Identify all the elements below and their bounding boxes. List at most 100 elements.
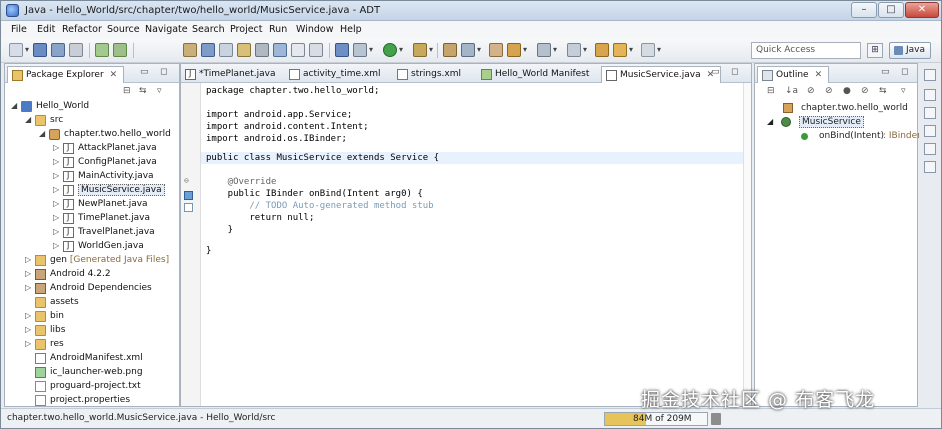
maximize-view-icon[interactable]: ◻	[731, 67, 738, 77]
quick-access-input[interactable]: Quick Access	[751, 42, 861, 59]
close-button[interactable]: ✕	[905, 2, 939, 18]
menu-file[interactable]: File	[11, 24, 27, 35]
previous-annotation-icon[interactable]	[567, 43, 587, 57]
package-explorer-toolbar: ⊟ ⇆ ▿	[5, 83, 179, 101]
menu-edit[interactable]: Edit	[37, 24, 55, 35]
tab-manifest[interactable]: Hello_World Manifest	[477, 66, 595, 83]
package-explorer-tabbar: Package Explorer ✕ ▭ ◻	[5, 64, 179, 83]
garbage-collect-icon[interactable]	[711, 413, 721, 425]
search-icon[interactable]	[255, 43, 269, 57]
debug-icon[interactable]	[353, 43, 373, 57]
toggle-mark-icon[interactable]	[489, 43, 503, 57]
tab-package-explorer[interactable]: Package Explorer ✕	[7, 66, 125, 83]
title-bar: Java - Hello_World/src/chapter/two/hello…	[1, 1, 941, 21]
text-file-icon	[35, 395, 46, 406]
back-arrow-icon[interactable]	[613, 43, 633, 57]
link-with-editor-icon[interactable]: ⇆	[139, 86, 147, 96]
tab-outline[interactable]: Outline ✕	[757, 66, 830, 83]
hide-local-types-icon[interactable]: ⊘	[861, 86, 869, 96]
close-icon[interactable]: ✕	[110, 70, 118, 80]
menu-project[interactable]: Project	[230, 24, 263, 35]
library-icon	[35, 269, 46, 280]
save-all-icon[interactable]	[51, 43, 65, 57]
new-class-icon[interactable]	[219, 43, 233, 57]
grid-icon[interactable]	[309, 43, 323, 57]
android-avd-manager-icon[interactable]	[113, 43, 127, 57]
text-file-icon	[35, 381, 46, 392]
java-perspective-button[interactable]: Java	[889, 42, 931, 59]
adt-app-icon	[6, 4, 19, 17]
minimize-view-icon[interactable]: ▭	[711, 67, 720, 77]
menu-navigate[interactable]: Navigate	[145, 24, 188, 35]
java-file-icon	[63, 171, 74, 182]
menu-source[interactable]: Source	[107, 24, 140, 35]
print-icon[interactable]	[69, 43, 83, 57]
minimize-view-icon[interactable]: ▭	[140, 67, 149, 77]
declaration-view-icon[interactable]	[924, 125, 936, 137]
java-file-icon	[63, 241, 74, 252]
view-menu-icon[interactable]: ▿	[157, 86, 162, 96]
package-explorer-view: Package Explorer ✕ ▭ ◻ ⊟ ⇆ ▿ ◢ Hello_World…	[4, 63, 180, 407]
close-icon[interactable]: ✕	[815, 70, 823, 80]
minimize-view-icon[interactable]: ▭	[881, 67, 890, 77]
code-editor[interactable]: ⊖ package chapter.two.hello_world; impor…	[181, 83, 751, 406]
checkbox-icon[interactable]	[291, 43, 305, 57]
external-tools-icon[interactable]	[413, 43, 433, 57]
hide-nonpublic-icon[interactable]: ●	[843, 86, 851, 96]
menu-search[interactable]: Search	[192, 24, 225, 35]
last-edit-location-icon[interactable]	[595, 43, 609, 57]
tab-musicservice[interactable]: MusicService.java ✕	[601, 66, 722, 83]
view-menu-icon[interactable]: ▿	[901, 86, 906, 96]
hide-static-icon[interactable]: ⊘	[825, 86, 833, 96]
layout-icon[interactable]	[273, 43, 287, 57]
minimize-button[interactable]: –	[851, 2, 877, 18]
watermark: 掘金技术社区 @ 布客飞龙	[641, 389, 876, 411]
fold-icon[interactable]: ⊖	[184, 176, 193, 185]
override-marker-icon	[184, 191, 193, 200]
collapse-all-icon[interactable]: ⊟	[123, 86, 131, 96]
collapse-all-icon[interactable]: ⊟	[767, 86, 775, 96]
code-line: public IBinder onBind(Intent arg0) {	[206, 189, 423, 199]
menu-refactor[interactable]: Refactor	[62, 24, 102, 35]
open-perspective-icon[interactable]: ⊞	[867, 43, 883, 58]
editor-tabbar: *TimePlanet.java activity_time.xml strin…	[181, 64, 751, 83]
javadoc-view-icon[interactable]	[924, 107, 936, 119]
code-line: // TODO Auto-generated method stub	[206, 201, 434, 211]
next-annotation-icon[interactable]	[537, 43, 557, 57]
link-icon[interactable]: ⇆	[879, 86, 887, 96]
sort-icon[interactable]: ↓a	[785, 86, 798, 96]
restore-icon[interactable]	[924, 69, 936, 81]
code-line: public class MusicService extends Servic…	[206, 153, 439, 163]
hammer-icon[interactable]	[183, 43, 197, 57]
tab-timeplanet[interactable]: *TimePlanet.java	[181, 66, 281, 83]
hide-fields-icon[interactable]: ⊘	[807, 86, 815, 96]
tab-strings[interactable]: strings.xml	[393, 66, 467, 83]
menu-help[interactable]: Help	[340, 24, 362, 35]
logcat-view-icon[interactable]	[924, 161, 936, 173]
pin-icon[interactable]	[507, 43, 527, 57]
menu-run[interactable]: Run	[269, 24, 287, 35]
forward-arrow-icon[interactable]	[641, 43, 661, 57]
xml-file-icon	[35, 353, 46, 364]
tab-activity-time[interactable]: activity_time.xml	[285, 66, 386, 83]
new-icon[interactable]	[9, 43, 29, 57]
maximize-button[interactable]: □	[878, 2, 904, 18]
open-task-icon[interactable]	[443, 43, 457, 57]
xml-file-icon	[289, 69, 300, 80]
maximize-view-icon[interactable]: ◻	[160, 67, 167, 77]
open-type-icon[interactable]	[237, 43, 251, 57]
console-view-icon[interactable]	[924, 143, 936, 155]
expand-icon[interactable]: ◢	[767, 117, 773, 126]
new-android-project-icon[interactable]	[201, 43, 215, 57]
annotation-icon[interactable]	[461, 43, 481, 57]
code-line: import android.content.Intent;	[206, 122, 369, 132]
maximize-view-icon[interactable]: ◻	[901, 67, 908, 77]
menu-window[interactable]: Window	[296, 24, 333, 35]
problems-view-icon[interactable]	[924, 89, 936, 101]
outline-view: Outline ✕ ▭ ◻ ⊟ ↓a ⊘ ⊘ ● ⊘ ⇆ ▿ chapter.tw…	[754, 63, 921, 407]
android-sdk-manager-icon[interactable]	[95, 43, 109, 57]
generated-folder-icon	[35, 255, 46, 266]
save-icon[interactable]	[33, 43, 47, 57]
debug-skip-icon[interactable]	[335, 43, 349, 57]
run-icon[interactable]	[383, 43, 403, 57]
